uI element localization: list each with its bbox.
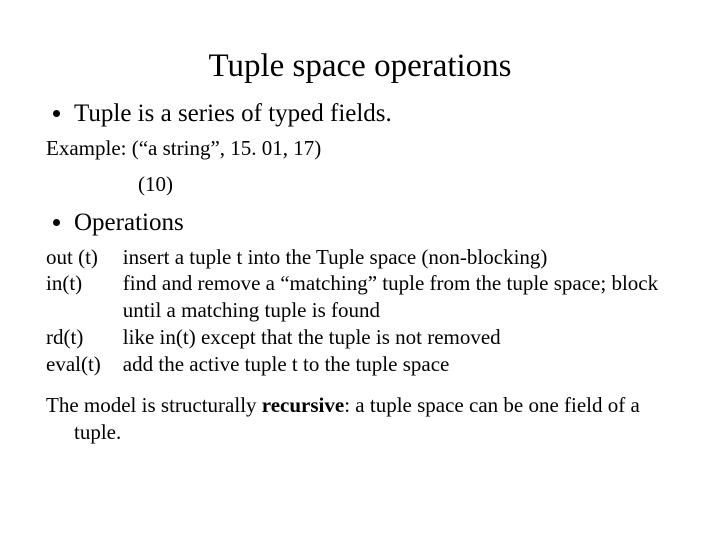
- table-row: eval(t) add the active tuple t to the tu…: [46, 351, 674, 378]
- operations-table: out (t) insert a tuple t into the Tuple …: [46, 244, 674, 378]
- closing-bold: recursive: [262, 393, 344, 417]
- bullet-operations: Operations: [74, 208, 674, 238]
- op-rd-desc: like in(t) except that the tuple is not …: [123, 324, 674, 351]
- slide: Tuple space operations Tuple is a series…: [0, 0, 720, 540]
- op-out-name: out (t): [46, 244, 123, 271]
- op-rd-name: rd(t): [46, 324, 123, 351]
- table-row: rd(t) like in(t) except that the tuple i…: [46, 324, 674, 351]
- op-out-desc: insert a tuple t into the Tuple space (n…: [123, 244, 674, 271]
- bullet-list-2: Operations: [46, 208, 674, 238]
- op-in-name: in(t): [46, 270, 123, 324]
- bullet-list: Tuple is a series of typed fields.: [46, 99, 674, 129]
- table-row: in(t) find and remove a “matching” tuple…: [46, 270, 674, 324]
- closing-pre: The model is structurally: [46, 393, 262, 417]
- bullet-tuple-def: Tuple is a series of typed fields.: [74, 99, 674, 129]
- example-line-1: Example: (“a string”, 15. 01, 17): [46, 135, 674, 161]
- example-line-2: (10): [138, 171, 674, 197]
- op-eval-name: eval(t): [46, 351, 123, 378]
- closing-text: The model is structurally recursive: a t…: [46, 392, 674, 446]
- slide-title: Tuple space operations: [46, 48, 674, 85]
- op-eval-desc: add the active tuple t to the tuple spac…: [123, 351, 674, 378]
- table-row: out (t) insert a tuple t into the Tuple …: [46, 244, 674, 271]
- op-in-desc: find and remove a “matching” tuple from …: [123, 270, 674, 324]
